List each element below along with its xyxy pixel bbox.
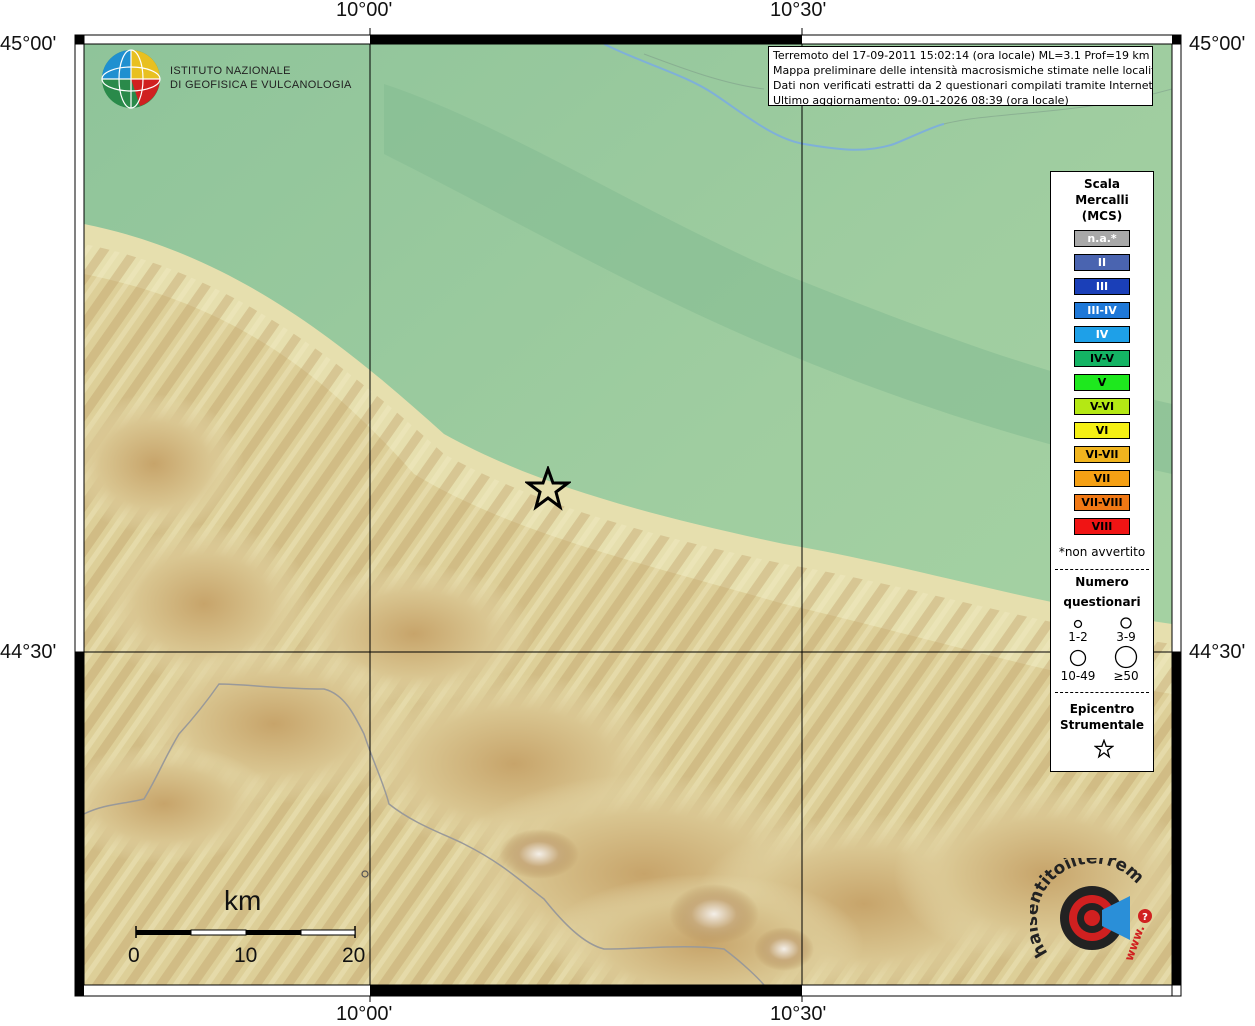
lon-label-bottom-right: 10°30' bbox=[770, 1003, 827, 1025]
intensity-chip: VIII bbox=[1074, 518, 1130, 535]
event-info-line4: Ultimo aggiornamento: 09-01-2026 08:39 (… bbox=[773, 94, 1069, 106]
svg-text:?: ? bbox=[1142, 912, 1148, 923]
legend-title-mercalli: Mercalli bbox=[1075, 193, 1129, 207]
lon-label-top-left: 10°00' bbox=[336, 0, 393, 21]
scale-tick-20: 20 bbox=[342, 944, 366, 967]
questionnaire-title-2: questionari bbox=[1063, 595, 1141, 609]
intensity-chip: IV bbox=[1074, 326, 1130, 343]
scale-bar bbox=[135, 926, 356, 938]
intensity-chip: IV-V bbox=[1074, 350, 1130, 367]
intensity-chip: V bbox=[1074, 374, 1130, 391]
legend-title-mcs: (MCS) bbox=[1081, 209, 1123, 223]
intensity-chip: II bbox=[1074, 254, 1130, 271]
haisentito-logo-icon: ? haisentitoilterremoto.it bbox=[1022, 843, 1152, 961]
scale-tick-10: 10 bbox=[234, 944, 258, 967]
ingv-name-line2: DI GEOFISICA E VULCANOLOGIA bbox=[170, 79, 352, 91]
q-label-10-49: 10-49 bbox=[1060, 669, 1096, 683]
lon-label-top-right: 10°30' bbox=[770, 0, 827, 21]
q-label-3-9: 3-9 bbox=[1116, 630, 1136, 644]
lon-label-bottom-left: 10°00' bbox=[336, 1003, 393, 1025]
intensity-chip: V-VI bbox=[1074, 398, 1130, 415]
legend-star-icon bbox=[1094, 739, 1114, 759]
questionnaire-title-1: Numero bbox=[1075, 575, 1129, 589]
q-label-1-2: 1-2 bbox=[1068, 630, 1088, 644]
intensity-chip: III bbox=[1074, 278, 1130, 295]
event-info-line1: Terremoto del 17-09-2011 15:02:14 (ora l… bbox=[773, 49, 1150, 62]
ingv-name-line1: ISTITUTO NAZIONALE bbox=[170, 65, 291, 77]
epicenter-title-1: Epicentro bbox=[1069, 702, 1135, 716]
intensity-chip: VI-VII bbox=[1074, 446, 1130, 463]
intensity-chip: VI bbox=[1074, 422, 1130, 439]
lat-label-right-top: 45°00' bbox=[1189, 33, 1246, 55]
intensity-chip: III-IV bbox=[1074, 302, 1130, 319]
event-info-line3: Dati non verificati estratti da 2 questi… bbox=[773, 79, 1153, 92]
not-felt-note: *non avvertito bbox=[1058, 545, 1146, 559]
legend-panel: Scala Mercalli (MCS) n.a.* II III III-IV IV I… bbox=[1050, 171, 1154, 772]
q-label-50-plus: ≥50 bbox=[1113, 669, 1139, 683]
intensity-chip: VII-VIII bbox=[1074, 494, 1130, 511]
scale-tick-0: 0 bbox=[128, 944, 140, 967]
legend-title-scala: Scala bbox=[1083, 177, 1121, 191]
epicenter-title-2: Strumentale bbox=[1059, 718, 1145, 732]
event-info-box: Terremoto del 17-09-2011 15:02:14 (ora l… bbox=[768, 46, 1153, 106]
legend-divider bbox=[1055, 569, 1149, 570]
scalebar-unit: km bbox=[224, 885, 262, 916]
ingv-globe-icon bbox=[100, 48, 162, 110]
epicenter-star-icon[interactable] bbox=[525, 466, 571, 512]
haisentito-logo[interactable]: ? haisentitoilterremoto.it www. bbox=[1022, 843, 1160, 978]
legend-divider-2 bbox=[1055, 692, 1149, 693]
lat-label-left-top: 45°00' bbox=[0, 33, 57, 55]
lat-label-right-mid: 44°30' bbox=[1189, 641, 1246, 663]
lat-label-left-mid: 44°30' bbox=[0, 641, 57, 663]
event-info-line2: Mappa preliminare delle intensità macros… bbox=[773, 64, 1153, 77]
intensity-chip: n.a.* bbox=[1074, 230, 1130, 247]
intensity-chip: VII bbox=[1074, 470, 1130, 487]
